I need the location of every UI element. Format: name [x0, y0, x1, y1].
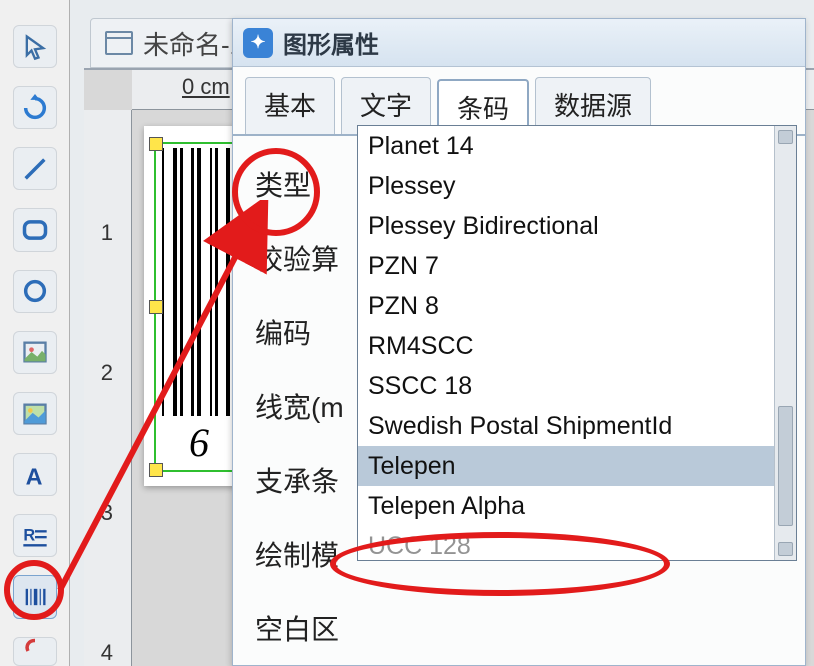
option-rm4scc[interactable]: RM4SCC	[358, 326, 774, 366]
type-dropdown-list[interactable]: Planet 14 Plessey Plessey Bidirectional …	[357, 125, 797, 561]
tab-basic[interactable]: 基本	[245, 77, 335, 134]
ruler-unit-label: 0 cm	[182, 74, 230, 100]
scroll-down-icon[interactable]	[778, 542, 793, 556]
resize-handle[interactable]	[149, 463, 163, 477]
barcode-object-selected[interactable]: 6	[154, 142, 244, 472]
resize-handle[interactable]	[149, 137, 163, 151]
panel-title-text: 图形属性	[283, 25, 379, 60]
ellipse-tool[interactable]	[13, 270, 57, 313]
panel-titlebar: ✦ 图形属性	[233, 19, 805, 67]
ruler-vertical: 1 2 3 4	[84, 110, 132, 666]
dropdown-scrollbar[interactable]	[774, 126, 796, 560]
picture-tool[interactable]	[13, 392, 57, 435]
properties-panel: ✦ 图形属性 基本 文字 条码 数据源 类型 Telepen 校验算 编码 线宽…	[232, 18, 806, 666]
option-plessey[interactable]: Plessey	[358, 166, 774, 206]
svg-text:A: A	[25, 463, 42, 489]
option-swedish-postal[interactable]: Swedish Postal ShipmentId	[358, 406, 774, 446]
option-telepen[interactable]: Telepen	[358, 446, 774, 486]
type-label: 类型	[255, 164, 365, 204]
blank-label: 空白区	[255, 608, 375, 648]
image-tool[interactable]	[13, 331, 57, 374]
ruler-v-3: 3	[101, 500, 113, 526]
pointer-tool[interactable]	[13, 25, 57, 68]
document-title: 未命名-1	[143, 25, 244, 62]
svg-text:R: R	[23, 526, 35, 544]
panel-form: 类型 Telepen 校验算 编码 线宽(m 支承条 绘制模 空白区 Plane…	[233, 136, 805, 652]
panel-icon: ✦	[243, 28, 273, 58]
ruler-v-2: 2	[101, 360, 113, 386]
tools-toolbar: A R	[0, 0, 70, 666]
option-planet14[interactable]: Planet 14	[358, 126, 774, 166]
dropdown-options: Planet 14 Plessey Plessey Bidirectional …	[358, 126, 774, 560]
option-pzn7[interactable]: PZN 7	[358, 246, 774, 286]
barcode-bars	[156, 144, 242, 420]
window-icon	[105, 31, 133, 55]
rotate-tool[interactable]	[13, 86, 57, 129]
scroll-up-icon[interactable]	[778, 130, 793, 144]
scroll-thumb[interactable]	[778, 406, 793, 526]
option-plessey-bidirectional[interactable]: Plessey Bidirectional	[358, 206, 774, 246]
barcode-caption: 6	[156, 420, 242, 470]
ruler-v-1: 1	[101, 220, 113, 246]
text-tool[interactable]: A	[13, 453, 57, 496]
barcode-tool[interactable]	[13, 575, 57, 618]
ruler-v-4: 4	[101, 640, 113, 666]
richtext-tool[interactable]: R	[13, 514, 57, 557]
line-tool[interactable]	[13, 147, 57, 190]
option-ucc128[interactable]: UCC 128	[358, 526, 774, 560]
shape-tool[interactable]	[13, 637, 57, 666]
rounded-rect-tool[interactable]	[13, 208, 57, 251]
option-sscc18[interactable]: SSCC 18	[358, 366, 774, 406]
encoding-label: 编码	[255, 312, 365, 352]
resize-handle[interactable]	[149, 300, 163, 314]
option-pzn8[interactable]: PZN 8	[358, 286, 774, 326]
option-telepen-alpha[interactable]: Telepen Alpha	[358, 486, 774, 526]
